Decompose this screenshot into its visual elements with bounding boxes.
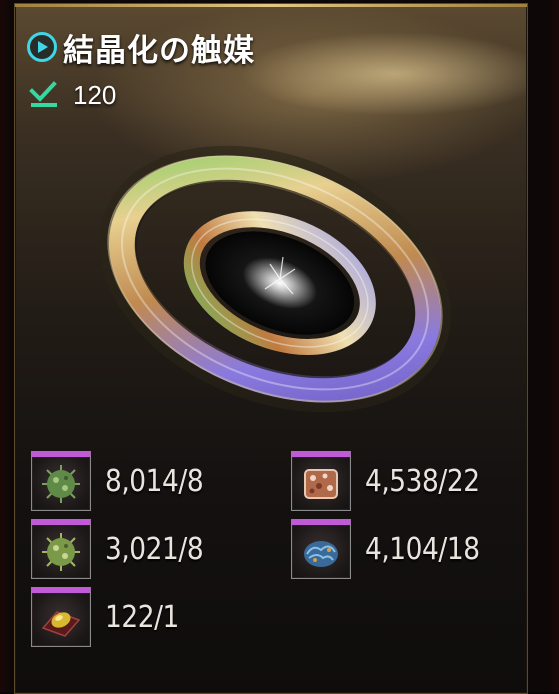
material-slot[interactable] xyxy=(31,587,91,647)
material-item[interactable]: 122/1 xyxy=(31,586,189,648)
material-item[interactable]: 8,014/8 xyxy=(31,450,217,512)
item-detail-panel: 結晶化の触媒 120 8,014/8 4,538/22 3,021/8 4,10… xyxy=(14,3,528,694)
crystallization-catalyst-ring-icon xyxy=(99,145,451,413)
green-virus-icon xyxy=(42,464,80,503)
meat-block-icon xyxy=(304,468,338,499)
material-item[interactable]: 4,538/22 xyxy=(291,450,495,512)
material-slot[interactable] xyxy=(31,451,91,511)
material-slot[interactable] xyxy=(31,519,91,579)
owned-count: 120 xyxy=(73,79,117,110)
item-header: 結晶化の触媒 xyxy=(27,24,255,70)
material-slot[interactable] xyxy=(291,519,351,579)
item-title: 結晶化の触媒 xyxy=(63,32,255,69)
materials-list: 8,014/8 4,538/22 3,021/8 4,104/18 122/1 xyxy=(15,444,527,664)
green-virus-icon xyxy=(42,532,80,571)
blue-brain-icon xyxy=(304,540,338,567)
material-count: 4,104/18 xyxy=(365,531,480,567)
panel-top-border xyxy=(15,4,527,7)
material-count: 122/1 xyxy=(105,599,179,635)
material-slot[interactable] xyxy=(291,451,351,511)
material-count: 8,014/8 xyxy=(105,463,204,499)
material-count: 4,538/22 xyxy=(365,463,480,499)
owned-count-row: 120 xyxy=(29,78,116,112)
material-item[interactable]: 4,104/18 xyxy=(291,518,495,580)
play-circle-icon[interactable] xyxy=(27,32,57,62)
window-frame: 結晶化の触媒 120 8,014/8 4,538/22 3,021/8 4,10… xyxy=(0,0,559,694)
checkbox-owned-icon xyxy=(29,81,57,107)
material-count: 3,021/8 xyxy=(105,531,204,567)
gold-fruit-plate-icon xyxy=(41,610,81,637)
material-item[interactable]: 3,021/8 xyxy=(31,518,217,580)
